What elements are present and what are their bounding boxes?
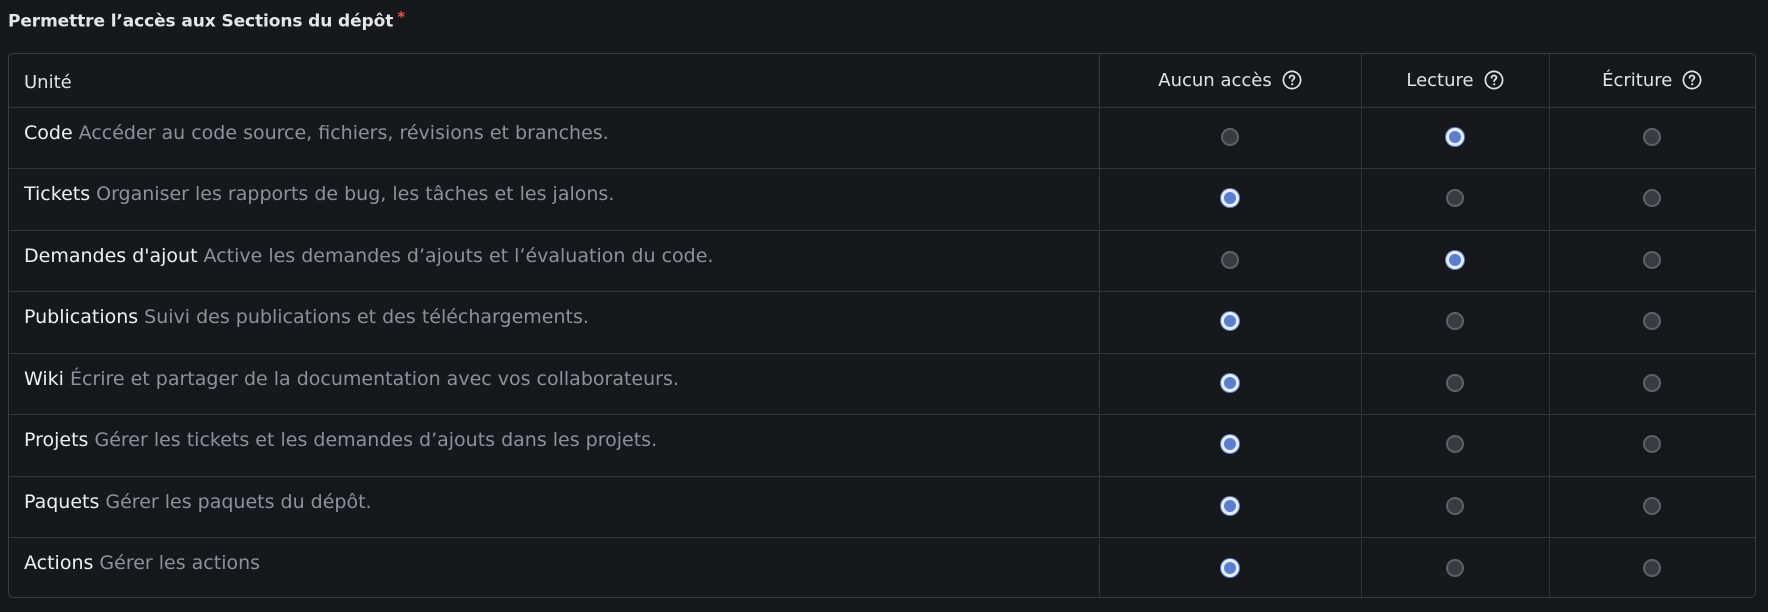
radio-read[interactable] [1446,127,1464,146]
radio-read[interactable] [1446,435,1464,454]
section-title: Permettre l’accès aux Sections du dépôt * [8,6,405,32]
unit-name: Paquets [24,490,100,513]
column-header-read: Lecture [1360,54,1549,108]
unit-cell: Demandes d'ajout Active les demandes d’aj… [9,230,1099,292]
radio-cell-read [1360,168,1549,231]
radio-cell-none [1098,291,1361,354]
table-row: Code Accéder au code source, fichiers, ré… [9,107,1755,169]
table-row: Demandes d'ajout Active les demandes d’aj… [9,230,1755,292]
column-header-unit: Unité [9,54,1099,108]
radio-cell-write [1548,537,1755,597]
radio-cell-read [1360,537,1549,597]
unit-description: Accéder au code source, fichiers, révisi… [78,121,609,144]
radio-read[interactable] [1446,312,1464,331]
radio-cell-read [1360,291,1549,354]
section-title-text: Permettre l’accès aux Sections du dépôt [8,11,394,32]
radio-read[interactable] [1446,558,1464,577]
unit-name: Wiki [24,367,64,390]
radio-write[interactable] [1643,189,1662,208]
column-header-write-label: Écriture [1602,69,1673,91]
radio-none[interactable] [1221,558,1239,577]
permissions-panel: Permettre l’accès aux Sections du dépôt *… [0,0,1768,612]
unit-description: Gérer les actions [99,552,261,574]
radio-cell-none [1098,537,1361,597]
table-row: Paquets Gérer les paquets du dépôt. [9,476,1755,538]
radio-none[interactable] [1221,435,1239,454]
question-circle-icon[interactable] [1682,70,1702,90]
radio-cell-read [1360,353,1549,415]
radio-read[interactable] [1446,496,1464,515]
radio-write[interactable] [1643,373,1662,392]
radio-cell-read [1360,476,1549,538]
radio-cell-none [1098,230,1361,292]
unit-name: Projets [24,429,89,451]
unit-description: Organiser les rapports de bug, les tâche… [96,183,615,205]
radio-cell-write [1548,353,1755,415]
radio-cell-read [1360,414,1549,477]
table-header-row: Unité Aucun accès Lecture Écriture [9,54,1755,108]
radio-none[interactable] [1221,127,1239,146]
permissions-table: Unité Aucun accès Lecture Écriture Code … [8,53,1756,598]
radio-cell-none [1098,476,1361,538]
radio-cell-none [1098,414,1361,477]
unit-cell: Paquets Gérer les paquets du dépôt. [9,476,1099,538]
radio-write[interactable] [1643,496,1662,515]
table-row: Publications Suivi des publications et de… [9,291,1755,354]
radio-write[interactable] [1643,435,1662,454]
radio-cell-write [1548,476,1755,538]
radio-cell-write [1548,414,1755,477]
radio-cell-none [1098,107,1361,169]
radio-cell-read [1360,230,1549,292]
radio-cell-none [1098,353,1361,415]
column-header-read-label: Lecture [1406,69,1474,91]
radio-cell-write [1548,230,1755,292]
radio-none[interactable] [1221,189,1239,208]
table-row: Projets Gérer les tickets et les demandes… [9,414,1755,477]
radio-write[interactable] [1643,558,1662,577]
radio-write[interactable] [1643,312,1662,331]
radio-read[interactable] [1446,189,1464,208]
radio-none[interactable] [1221,373,1239,392]
radio-write[interactable] [1643,250,1662,269]
column-header-none: Aucun accès [1098,54,1361,108]
unit-description: Gérer les tickets et les demandes d’ajou… [94,429,658,451]
radio-cell-write [1548,291,1755,354]
unit-description: Suivi des publications et des télécharge… [144,306,589,328]
unit-description: Active les demandes d’ajouts et l’évalua… [203,244,714,267]
unit-cell: Code Accéder au code source, fichiers, ré… [9,107,1099,169]
unit-description: Gérer les paquets du dépôt. [105,490,372,513]
unit-name: Publications [24,306,139,328]
unit-description: Écrire et partager de la documentation a… [69,367,679,390]
unit-cell: Tickets Organiser les rapports de bug, le… [9,168,1099,231]
radio-read[interactable] [1446,373,1464,392]
unit-name: Actions [24,552,94,574]
column-header-write: Écriture [1548,54,1755,108]
radio-cell-read [1360,107,1549,169]
radio-cell-write [1548,107,1755,169]
unit-name: Code [24,121,73,144]
radio-none[interactable] [1221,496,1239,515]
radio-write[interactable] [1643,127,1662,146]
unit-cell: Projets Gérer les tickets et les demandes… [9,414,1099,477]
radio-none[interactable] [1221,312,1239,331]
radio-cell-none [1098,168,1361,231]
required-marker: * [397,8,405,26]
question-circle-icon[interactable] [1484,70,1504,90]
question-circle-icon[interactable] [1282,70,1302,90]
table-row: Actions Gérer les actions [9,537,1755,598]
table-row: Tickets Organiser les rapports de bug, le… [9,168,1755,231]
radio-cell-write [1548,168,1755,231]
unit-name: Tickets [24,183,91,205]
radio-none[interactable] [1221,250,1239,269]
column-header-none-label: Aucun accès [1158,69,1272,91]
unit-cell: Wiki Écrire et partager de la documentati… [9,353,1099,415]
unit-cell: Publications Suivi des publications et de… [9,291,1099,354]
unit-name: Demandes d'ajout [24,244,198,267]
radio-read[interactable] [1446,250,1464,269]
unit-cell: Actions Gérer les actions [9,538,1099,598]
table-row: Wiki Écrire et partager de la documentati… [9,353,1755,415]
